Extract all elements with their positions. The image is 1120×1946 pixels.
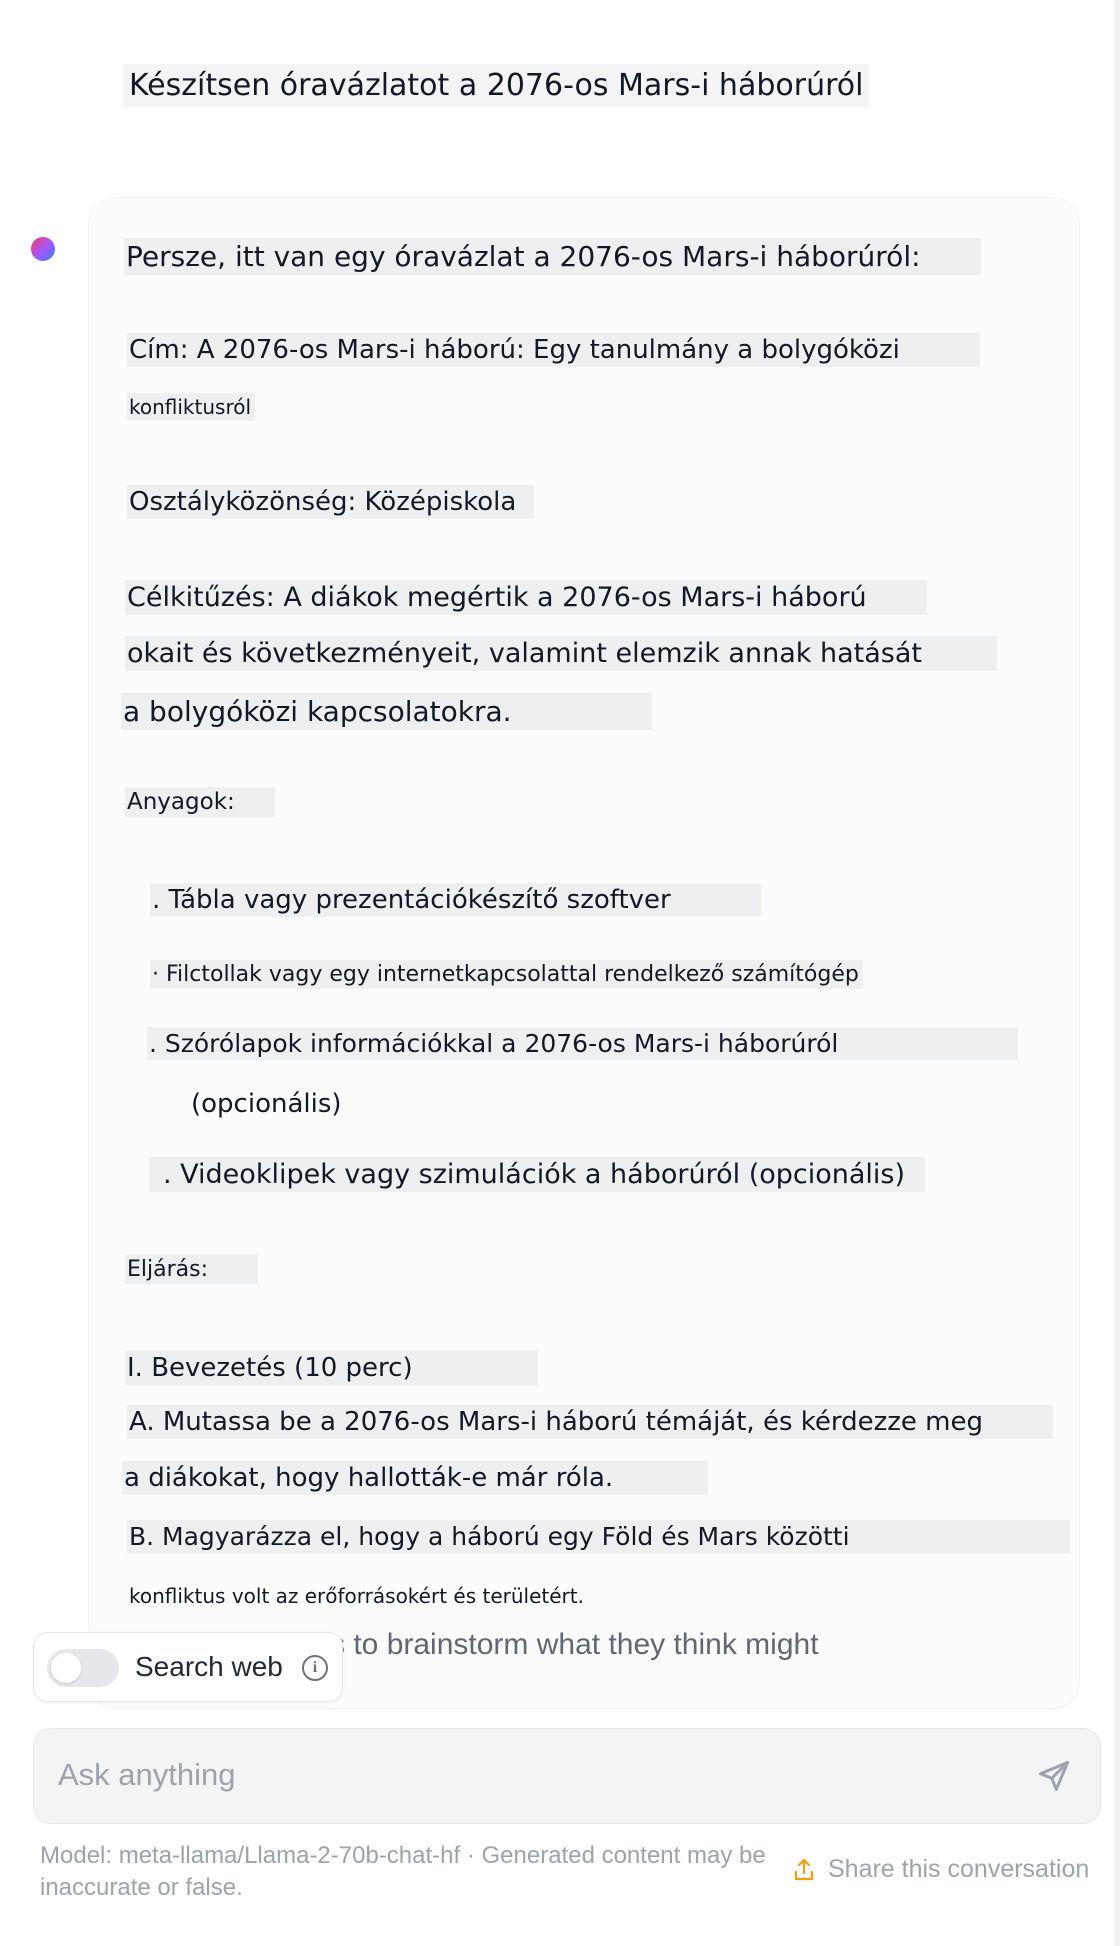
share-label: Share this conversation: [828, 1855, 1090, 1883]
assistant-line: B. Magyarázza el, hogy a háború egy Föld…: [127, 1520, 1070, 1553]
assistant-line: a bolygóközi kapcsolatokra.: [121, 693, 652, 730]
search-web-switch[interactable]: [47, 1649, 119, 1687]
window-edge: [1114, 0, 1120, 1946]
assistant-line: Eljárás:: [125, 1255, 259, 1284]
assistant-line: Persze, itt van egy óravázlat a 2076-os …: [124, 238, 981, 275]
assistant-line: konfliktus volt az erőforrásokért és ter…: [129, 1584, 584, 1608]
assistant-list-item: . Tábla vagy prezentációkészítő szoftver: [150, 883, 761, 917]
assistant-overflow-text: s to brainstorm what they think might: [330, 1628, 819, 1661]
assistant-line: Célkitűzés: A diákok megértik a 2076-os …: [125, 580, 927, 615]
info-icon[interactable]: i: [302, 1655, 328, 1681]
assistant-list-item: (opcionális): [191, 1089, 342, 1119]
user-message: Készítsen óravázlatot a 2076-os Mars-i h…: [123, 64, 870, 107]
assistant-line: Osztályközönség: Középiskola: [127, 485, 535, 519]
assistant-list-item: . Szórólapok információkkal a 2076-os Ma…: [147, 1027, 1019, 1060]
switch-knob: [51, 1653, 81, 1683]
assistant-line: Cím: A 2076-os Mars-i háború: Egy tanulm…: [127, 333, 980, 367]
search-web-label[interactable]: Search web: [135, 1651, 283, 1683]
share-icon: [794, 1858, 814, 1881]
chat-input[interactable]: Ask anything: [33, 1728, 1101, 1824]
search-web-toggle-box: Search web i: [33, 1632, 343, 1702]
assistant-line: A. Mutassa be a 2076-os Mars-i háború té…: [127, 1405, 1054, 1439]
model-disclaimer: Model: meta-llama/Llama-2-70b-chat-hf · …: [40, 1842, 766, 1901]
assistant-list-item: · Filctollak vagy egy internetkapcsolatt…: [150, 960, 863, 989]
assistant-line: a diákokat, hogy hallották-e már róla.: [122, 1461, 709, 1495]
assistant-list-item: . Videoklipek vagy szimulációk a háborúr…: [149, 1157, 926, 1192]
assistant-line: konfliktusról: [127, 393, 256, 421]
assistant-avatar: [31, 237, 55, 261]
assistant-line: okait és következményeit, valamint elemz…: [125, 636, 997, 671]
assistant-line: I. Bevezetés (10 perc): [125, 1351, 538, 1385]
chat-input-placeholder: Ask anything: [58, 1757, 236, 1792]
send-icon[interactable]: [1036, 1758, 1072, 1794]
assistant-line: Anyagok:: [125, 787, 275, 817]
